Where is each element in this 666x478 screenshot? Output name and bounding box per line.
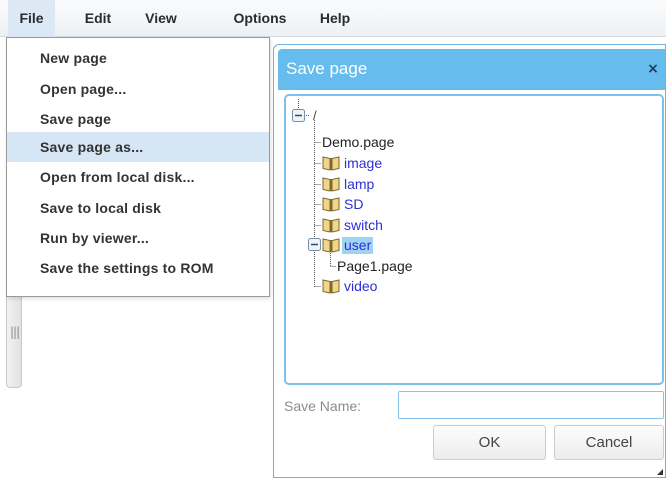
tree-node-sd[interactable]: SD: [344, 196, 363, 213]
save-name-label: Save Name:: [284, 398, 362, 414]
save-name-input[interactable]: [398, 391, 664, 419]
tree-node-video[interactable]: video: [344, 278, 377, 295]
tree-node-lamp[interactable]: lamp: [344, 176, 374, 193]
book-folder-icon: [322, 218, 340, 233]
book-folder-icon: [322, 279, 340, 294]
menu-edit[interactable]: Edit: [78, 0, 118, 37]
tree-node-demo-page[interactable]: Demo.page: [322, 134, 394, 151]
file-menu-dropdown: New page Open page... Save page Save pag…: [6, 37, 270, 297]
menu-item-save-settings-to-rom[interactable]: Save the settings to ROM: [7, 253, 269, 283]
grip-icon: |||: [10, 325, 20, 339]
menu-item-run-by-viewer[interactable]: Run by viewer...: [7, 223, 269, 253]
tree-node-switch[interactable]: switch: [344, 217, 383, 234]
book-folder-icon: [322, 197, 340, 212]
tree-root-label[interactable]: /: [313, 107, 317, 124]
save-page-dialog: Save page × / Demo.page image lamp SD sw…: [273, 44, 666, 478]
menu-options[interactable]: Options: [219, 0, 301, 37]
menu-item-save-to-local-disk[interactable]: Save to local disk: [7, 193, 269, 223]
menu-bar: File Edit View Options Help: [0, 0, 666, 37]
menu-item-new-page[interactable]: New page: [7, 43, 269, 73]
menu-item-save-page-as[interactable]: Save page as...: [7, 132, 269, 162]
menu-item-save-page[interactable]: Save page: [7, 104, 269, 134]
menu-help[interactable]: Help: [310, 0, 360, 37]
book-folder-icon: [322, 156, 340, 171]
dialog-titlebar[interactable]: Save page ×: [278, 49, 665, 90]
book-folder-icon: [322, 238, 340, 253]
menu-item-open-from-local-disk[interactable]: Open from local disk...: [7, 162, 269, 192]
folder-tree: / Demo.page image lamp SD switch user Pa…: [284, 94, 664, 385]
book-folder-icon: [322, 177, 340, 192]
minus-box-icon[interactable]: [292, 109, 305, 122]
menu-file[interactable]: File: [8, 0, 55, 37]
tree-node-image[interactable]: image: [344, 155, 382, 172]
cancel-button[interactable]: Cancel: [554, 425, 664, 460]
resize-grip-icon[interactable]: [657, 469, 663, 475]
minus-box-icon[interactable]: [308, 238, 321, 251]
menu-item-open-page[interactable]: Open page...: [7, 74, 269, 104]
menu-view[interactable]: View: [137, 0, 185, 37]
close-icon[interactable]: ×: [645, 60, 661, 78]
dialog-title: Save page: [286, 59, 368, 78]
tree-node-page1-page[interactable]: Page1.page: [337, 258, 413, 275]
ok-button[interactable]: OK: [433, 425, 546, 460]
tree-node-user[interactable]: user: [342, 237, 374, 254]
